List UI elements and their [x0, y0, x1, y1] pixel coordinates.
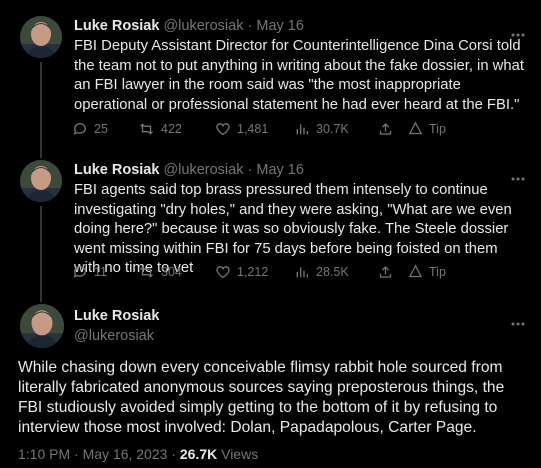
like-button[interactable]: 1,481: [215, 121, 268, 137]
views-count: 26.7K: [179, 446, 218, 462]
tweet-date[interactable]: May 16: [256, 162, 304, 178]
reply-icon: [73, 123, 86, 135]
more-icon[interactable]: [511, 168, 525, 181]
tip-icon: [408, 264, 423, 278]
tip-button[interactable]: Tip: [408, 121, 446, 136]
author-handle[interactable]: @lukerosiak: [163, 162, 243, 178]
tip-icon: [408, 121, 423, 135]
tip-label: Tip: [429, 264, 446, 279]
author-name[interactable]: Luke Rosiak: [74, 18, 159, 34]
views-button[interactable]: 28.5K: [294, 264, 349, 280]
retweet-count: 304: [161, 265, 182, 279]
reply-count: 11: [94, 265, 107, 279]
tip-label: Tip: [429, 121, 446, 136]
tweet-date[interactable]: May 16: [256, 18, 304, 34]
like-icon: [216, 266, 230, 279]
tweet-text: FBI Deputy Assistant Director for Counte…: [74, 38, 524, 113]
retweet-icon: [140, 123, 153, 135]
share-icon: [379, 266, 392, 278]
author-name[interactable]: Luke Rosiak: [74, 307, 159, 325]
separator-dot: ·: [247, 162, 253, 178]
thread-line: [40, 62, 42, 158]
tweet-meta: 1:10 PM · May 16, 2023 · 26.7K Views: [18, 446, 258, 462]
retweet-icon: [140, 266, 153, 278]
share-button[interactable]: [378, 264, 393, 280]
avatar[interactable]: [20, 160, 62, 202]
share-icon: [379, 123, 392, 135]
like-count: 1,212: [237, 265, 269, 279]
author-handle[interactable]: @lukerosiak: [163, 18, 243, 34]
like-button[interactable]: 1,212: [215, 264, 268, 280]
views-count: 30.7K: [316, 122, 349, 136]
thread-line: [40, 206, 42, 302]
reply-button[interactable]: 11: [72, 264, 107, 280]
avatar[interactable]: [20, 16, 62, 58]
share-button[interactable]: [378, 121, 393, 137]
retweet-button[interactable]: 304: [138, 264, 182, 280]
retweet-button[interactable]: 422: [138, 121, 182, 137]
tweet-text: While chasing down every conceivable fli…: [18, 359, 505, 436]
like-icon: [216, 123, 230, 136]
tweet-timestamp[interactable]: 1:10 PM · May 16, 2023 ·: [18, 446, 180, 462]
author-handle[interactable]: @lukerosiak: [74, 327, 159, 345]
author-name[interactable]: Luke Rosiak: [74, 162, 159, 178]
retweet-count: 422: [161, 122, 182, 136]
like-count: 1,481: [237, 122, 269, 136]
avatar[interactable]: [20, 304, 64, 348]
more-icon[interactable]: [511, 24, 525, 37]
views-button[interactable]: 30.7K: [294, 121, 349, 137]
views-label: Views: [217, 446, 259, 462]
more-icon[interactable]: [511, 313, 525, 326]
views-icon: [296, 267, 308, 278]
views-count: 28.5K: [316, 265, 349, 279]
reply-icon: [73, 266, 86, 278]
reply-button[interactable]: 25: [72, 121, 108, 137]
reply-count: 25: [94, 122, 108, 136]
separator-dot: ·: [247, 18, 253, 34]
views-icon: [296, 124, 308, 135]
tip-button[interactable]: Tip: [408, 264, 446, 279]
